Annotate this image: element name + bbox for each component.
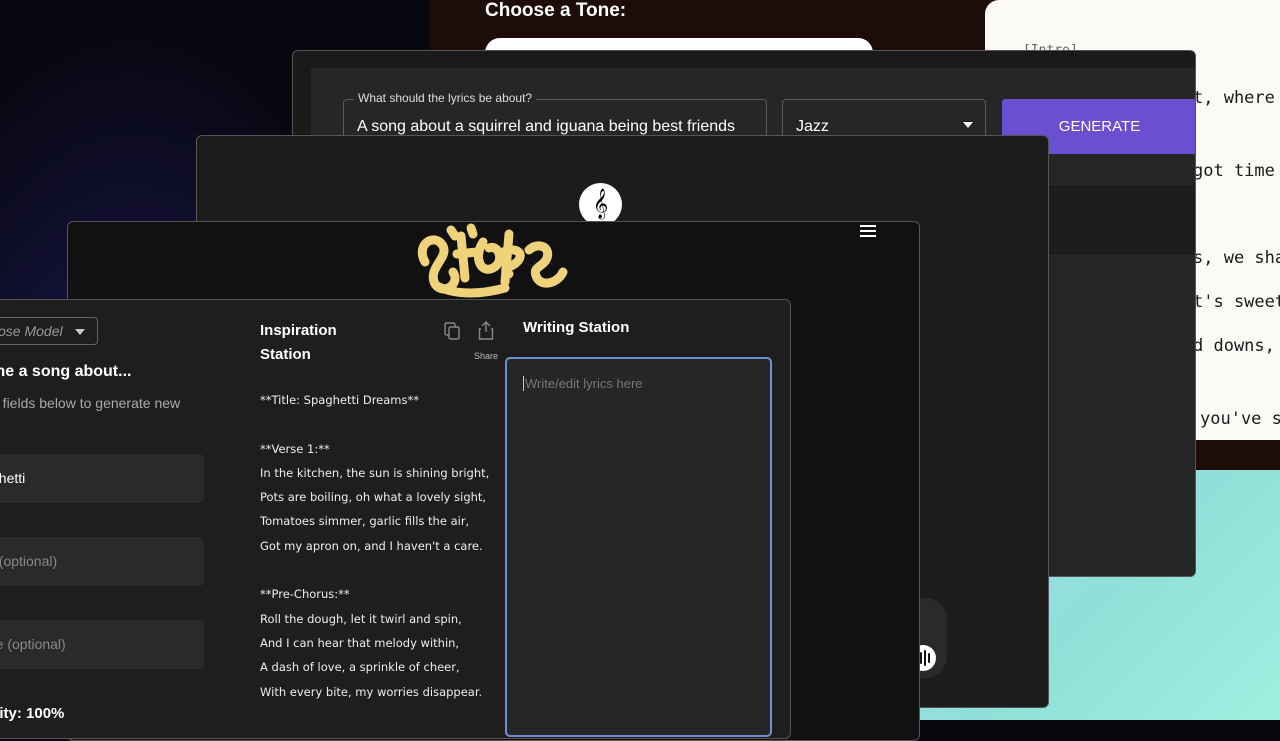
lyric-line: **Verse 1:** bbox=[260, 441, 330, 456]
lyrics-textarea[interactable]: Write/edit lyrics here bbox=[505, 357, 772, 737]
paper-line: you've sh bbox=[1200, 409, 1280, 429]
lyric-line: Tomatoes simmer, garlic fills the air, bbox=[260, 514, 470, 529]
lyric-line: Got my apron on, and I haven't a care. bbox=[260, 538, 483, 553]
lyric-line bbox=[260, 558, 490, 582]
songwriter-app-window: ose Model me a song about... e fields be… bbox=[0, 299, 791, 739]
lyric-line: Roll the dough, let it twirl and spin, bbox=[260, 611, 462, 626]
topic-label: What should the lyrics be about? bbox=[354, 91, 537, 105]
inspiration-title: Inspiration Station bbox=[260, 322, 337, 363]
lyric-line: A dash of love, a sprinkle of cheer, bbox=[260, 660, 460, 675]
topic-field[interactable]: ghetti bbox=[0, 454, 204, 503]
hamburger-icon[interactable] bbox=[860, 225, 876, 239]
lyric-line: Pots are boiling, oh what a lovely sight… bbox=[260, 490, 487, 505]
chevron-down-icon bbox=[75, 329, 85, 335]
creativity-label: vity: 100% bbox=[0, 705, 65, 722]
paper-line: t's sweete bbox=[1193, 292, 1280, 312]
copy-icon[interactable] bbox=[444, 322, 460, 340]
lyric-line: In the kitchen, the sun is shining brigh… bbox=[260, 465, 490, 480]
lyric-line: With every bite, my worries disappear. bbox=[260, 684, 483, 699]
share-icon[interactable] bbox=[478, 320, 494, 340]
lyric-line: **Pre-Chorus:** bbox=[260, 587, 350, 602]
optional-field[interactable]: t (optional) bbox=[0, 537, 204, 586]
writing-title: Writing Station bbox=[523, 319, 630, 336]
paper-line: t, where t bbox=[1193, 88, 1280, 108]
song-heading: me a song about... bbox=[0, 363, 132, 380]
tone-title: Choose a Tone: bbox=[485, 0, 627, 21]
inspiration-lyrics: **Title: Spaghetti Dreams** **Verse 1:**… bbox=[260, 388, 490, 704]
song-helper-text: e fields below to generate new bbox=[0, 395, 181, 411]
model-select-label: ose Model bbox=[0, 323, 63, 339]
lyric-line: And I can hear that melody within, bbox=[260, 635, 460, 650]
lyric-line bbox=[260, 412, 490, 436]
genre-value: Jazz bbox=[796, 118, 829, 135]
lyric-line: **Title: Spaghetti Dreams** bbox=[260, 393, 420, 407]
share-label: Share bbox=[474, 351, 499, 361]
paper-line: s, we shar bbox=[1193, 248, 1280, 268]
topic-value: A song about a squirrel and iguana being… bbox=[357, 118, 736, 135]
treble-clef-icon[interactable]: 𝄞 bbox=[579, 183, 622, 226]
paper-line: d downs, y bbox=[1193, 336, 1280, 356]
model-select[interactable]: ose Model bbox=[0, 317, 98, 345]
lyrics-placeholder: Write/edit lyrics here bbox=[523, 376, 643, 391]
chevron-down-icon bbox=[963, 122, 973, 128]
graffiti-logo bbox=[417, 223, 568, 298]
optional-field[interactable]: re (optional) bbox=[0, 620, 204, 669]
paper-line: got time to bbox=[1193, 161, 1280, 181]
